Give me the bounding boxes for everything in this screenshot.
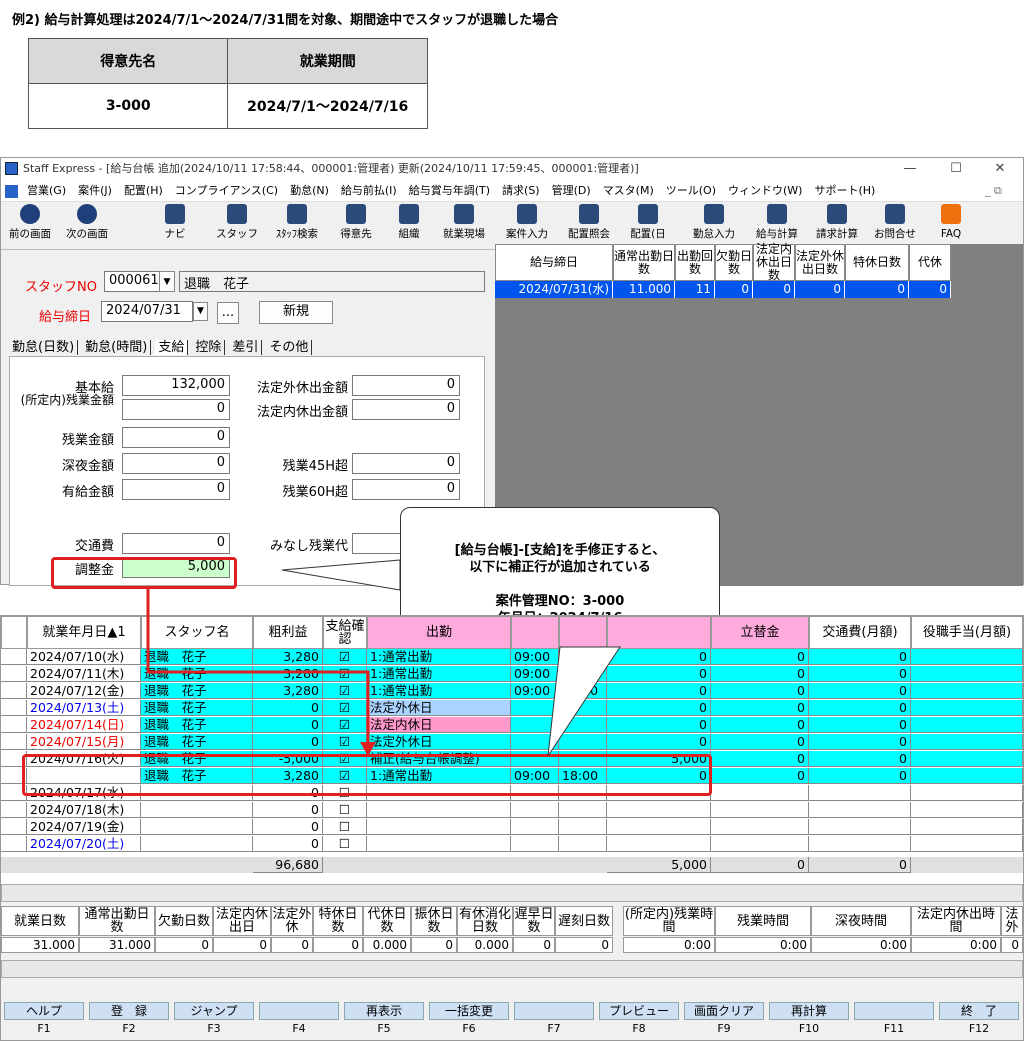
annotation-lines bbox=[146, 559, 621, 757]
